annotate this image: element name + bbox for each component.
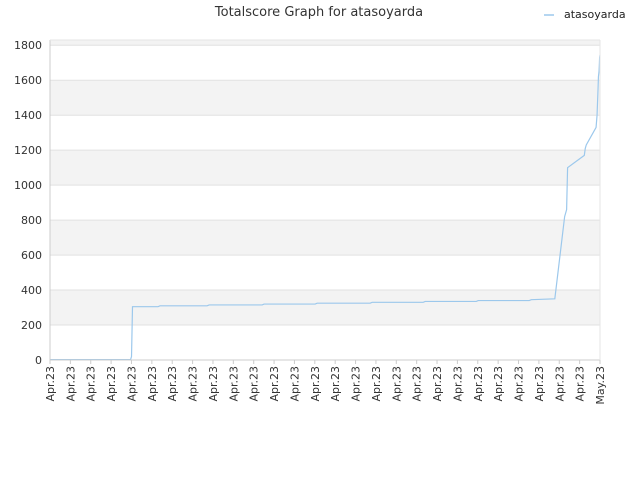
y-tick-label: 200 bbox=[21, 319, 42, 332]
plot-band bbox=[50, 150, 600, 186]
x-tick-label: Apr.23 bbox=[431, 366, 444, 402]
x-tick-label: Apr.23 bbox=[350, 366, 363, 402]
x-tick-label: Apr.23 bbox=[451, 366, 464, 402]
x-tick-label: Apr.23 bbox=[64, 366, 77, 402]
y-tick-label: 0 bbox=[35, 354, 42, 367]
x-tick-label: Apr.23 bbox=[309, 366, 322, 402]
totalscore-chart: Totalscore Graph for atasoyarda 0 200 400 6… bbox=[14, 5, 626, 405]
x-tick-label: Apr.23 bbox=[288, 366, 301, 402]
chart-title: Totalscore Graph for atasoyarda bbox=[214, 5, 423, 20]
x-tick-label: Apr.23 bbox=[248, 366, 261, 402]
legend: atasoyarda bbox=[544, 8, 626, 21]
plot-band bbox=[50, 220, 600, 256]
plot-band bbox=[50, 185, 600, 221]
y-tick-label: 1400 bbox=[14, 109, 42, 122]
plot-band bbox=[50, 45, 600, 81]
x-tick-label: Apr.23 bbox=[207, 366, 220, 402]
x-tick-label: Apr.23 bbox=[553, 366, 566, 402]
x-tick-label: Apr.23 bbox=[533, 366, 546, 402]
y-tick-label: 400 bbox=[21, 284, 42, 297]
x-tick-label: Apr.23 bbox=[390, 366, 403, 402]
y-tick-labels: 0 200 400 600 800 1000 1200 1400 1600 1800 bbox=[14, 39, 42, 367]
x-tick-label: Apr.23 bbox=[85, 366, 98, 402]
plot-band bbox=[50, 255, 600, 291]
plot-band bbox=[50, 115, 600, 151]
x-tick-label: Apr.23 bbox=[268, 366, 281, 402]
y-tick-label: 1600 bbox=[14, 74, 42, 87]
x-tick-label: Apr.23 bbox=[574, 366, 587, 402]
y-tick-label: 1200 bbox=[14, 144, 42, 157]
plot-band bbox=[50, 80, 600, 116]
x-tick-label: Apr.23 bbox=[472, 366, 485, 402]
x-tick-label: Apr.23 bbox=[513, 366, 526, 402]
y-tick-label: 600 bbox=[21, 249, 42, 262]
y-tick-label: 800 bbox=[21, 214, 42, 227]
x-tick-label: Apr.23 bbox=[125, 366, 138, 402]
x-tick-label: Apr.23 bbox=[166, 366, 179, 402]
x-tick-label: Apr.23 bbox=[44, 366, 57, 402]
x-tick-label: Apr.23 bbox=[105, 366, 118, 402]
x-tick-label: Apr.23 bbox=[187, 366, 200, 402]
legend-label: atasoyarda bbox=[564, 8, 626, 21]
x-tick-label: Apr.23 bbox=[227, 366, 240, 402]
x-tick-label: Apr.23 bbox=[329, 366, 342, 402]
x-tick-label: Apr.23 bbox=[370, 366, 383, 402]
x-tick-label: Apr.23 bbox=[146, 366, 159, 402]
x-tick-labels: Apr.23 Apr.23 Apr.23 Apr.23 Apr.23 Apr.23 Apr.… bbox=[44, 360, 607, 405]
x-tick-label: May.23 bbox=[594, 366, 607, 405]
plot-band bbox=[50, 40, 600, 46]
x-tick-label: Apr.23 bbox=[411, 366, 424, 402]
y-tick-label: 1800 bbox=[14, 39, 42, 52]
y-tick-label: 1000 bbox=[14, 179, 42, 192]
x-tick-label: Apr.23 bbox=[492, 366, 505, 402]
